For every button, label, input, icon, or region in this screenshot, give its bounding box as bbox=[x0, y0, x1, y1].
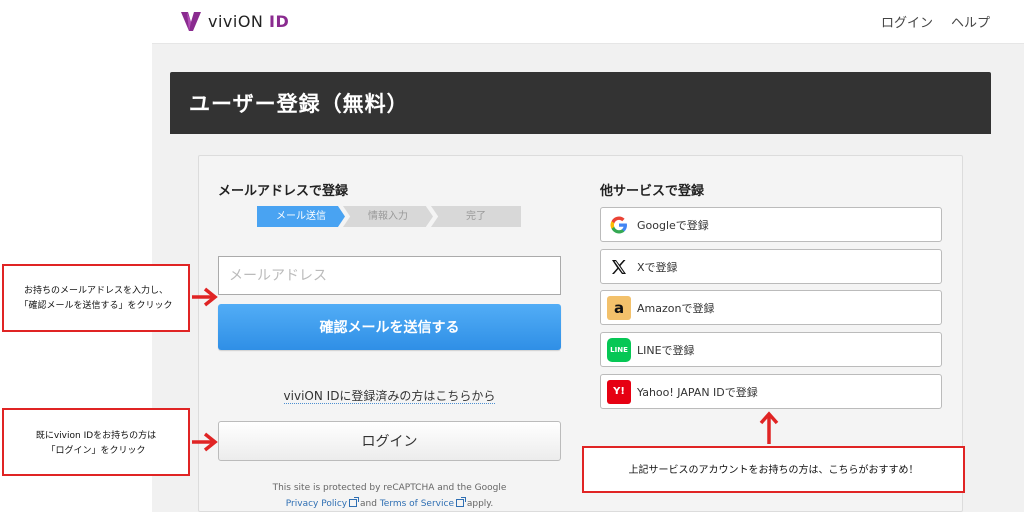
privacy-policy-label: Privacy Policy bbox=[285, 499, 348, 509]
vivion-logo-icon bbox=[181, 12, 201, 31]
login-instruction-callout: 既にvivion IDをお持ちの方は 「ログイン」をクリック bbox=[2, 408, 190, 476]
login-note-line2: 「ログイン」をクリック bbox=[46, 446, 146, 456]
social-section-title: 他サービスで登録 bbox=[600, 184, 705, 199]
email-note-line2: 「確認メールを送信する」をクリック bbox=[19, 301, 173, 311]
arrow-right-icon bbox=[192, 432, 218, 452]
yahoo-icon: Y! bbox=[607, 379, 631, 404]
login-prompt: viviON IDに登録済みの方はこちらから bbox=[218, 387, 561, 404]
x-register-label: Xで登録 bbox=[637, 260, 678, 274]
x-register-button[interactable]: Xで登録 bbox=[600, 249, 942, 284]
email-input[interactable] bbox=[218, 256, 561, 295]
step-complete: 完了 bbox=[431, 206, 521, 227]
google-register-button[interactable]: Googleで登録 bbox=[600, 207, 942, 242]
amazon-icon: a bbox=[607, 295, 631, 320]
email-note-line1: お持ちのメールアドレスを入力し、 bbox=[23, 286, 168, 296]
google-register-label: Googleで登録 bbox=[637, 218, 709, 232]
line-register-button[interactable]: LINE LINEで登録 bbox=[600, 332, 942, 367]
registration-steps: メール送信 情報入力 完了 bbox=[257, 206, 521, 227]
yahoo-register-label: Yahoo! JAPAN IDで登録 bbox=[637, 385, 758, 399]
nav-login-link[interactable]: ログイン bbox=[881, 12, 933, 31]
privacy-policy-link[interactable]: Privacy Policy bbox=[285, 497, 360, 509]
external-link-icon bbox=[349, 497, 360, 507]
terms-label: Terms of Service bbox=[379, 499, 454, 509]
email-section-title: メールアドレスで登録 bbox=[218, 184, 349, 199]
email-instruction-callout: お持ちのメールアドレスを入力し、 「確認メールを送信する」をクリック bbox=[2, 264, 190, 332]
send-confirmation-button[interactable]: 確認メールを送信する bbox=[218, 304, 561, 350]
line-register-label: LINEで登録 bbox=[637, 343, 695, 357]
logo-prefix: viviON bbox=[208, 11, 264, 31]
amazon-register-label: Amazonで登録 bbox=[637, 301, 715, 315]
google-icon bbox=[607, 213, 631, 237]
social-recommend-callout: 上記サービスのアカウントをお持ちの方は、こちらがおすすめ！ bbox=[582, 446, 965, 493]
amazon-register-button[interactable]: a Amazonで登録 bbox=[600, 290, 942, 325]
yahoo-register-button[interactable]: Y! Yahoo! JAPAN IDで登録 bbox=[600, 374, 942, 409]
line-icon: LINE bbox=[607, 337, 631, 362]
step-send-mail: メール送信 bbox=[257, 206, 345, 227]
nav-help-link[interactable]: ヘルプ bbox=[951, 12, 990, 31]
logo-suffix: ID bbox=[268, 11, 290, 31]
login-note-line1: 既にvivion IDをお持ちの方は bbox=[35, 431, 157, 441]
external-link-icon bbox=[455, 497, 466, 507]
vivion-logo[interactable]: viviON ID bbox=[180, 10, 289, 32]
top-header: viviON ID ログイン ヘルプ bbox=[152, 0, 1024, 44]
title-bar: ユーザー登録（無料） bbox=[170, 72, 991, 134]
logo-text: viviON ID bbox=[208, 12, 289, 31]
header-nav: ログイン ヘルプ bbox=[881, 12, 990, 31]
recaptcha-notice: This site is protected by reCAPTCHA and … bbox=[218, 480, 561, 512]
login-prompt-link[interactable]: viviON IDに登録済みの方はこちらから bbox=[283, 389, 496, 404]
recaptcha-apply: apply. bbox=[466, 499, 494, 509]
page: viviON ID ログイン ヘルプ ユーザー登録（無料） メールアドレスで登録… bbox=[0, 0, 1024, 512]
step-info-input: 情報入力 bbox=[343, 206, 433, 227]
recaptcha-text: This site is protected by reCAPTCHA and … bbox=[272, 483, 507, 493]
x-icon bbox=[607, 255, 631, 279]
arrow-right-icon bbox=[192, 287, 218, 307]
page-title: ユーザー登録（無料） bbox=[189, 92, 409, 116]
terms-of-service-link[interactable]: Terms of Service bbox=[379, 497, 466, 509]
social-note: 上記サービスのアカウントをお持ちの方は、こちらがおすすめ！ bbox=[628, 465, 919, 476]
arrow-up-icon bbox=[759, 411, 779, 444]
login-button[interactable]: ログイン bbox=[218, 421, 561, 461]
recaptcha-and: and bbox=[360, 499, 377, 509]
